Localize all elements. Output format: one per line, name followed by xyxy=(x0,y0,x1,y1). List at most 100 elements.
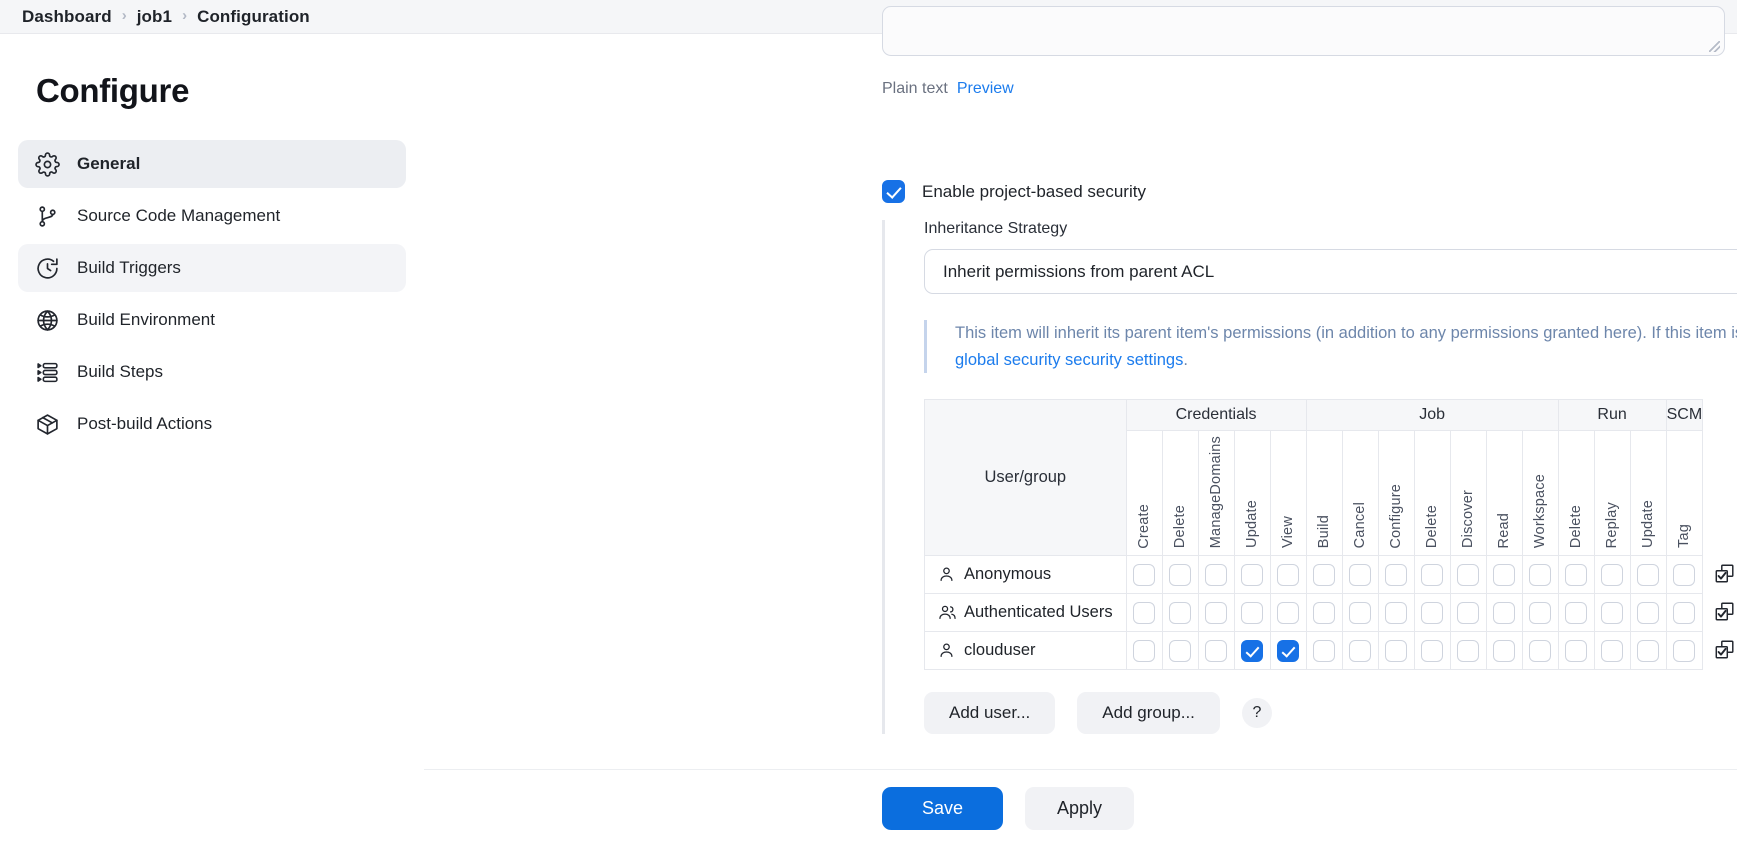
permission-checkbox[interactable] xyxy=(1133,563,1156,586)
add-group-button[interactable]: Add group... xyxy=(1077,692,1220,735)
permission-checkbox[interactable] xyxy=(1241,563,1264,586)
permission-checkbox[interactable] xyxy=(1277,563,1300,586)
permission-cell[interactable] xyxy=(1593,631,1631,671)
permission-cell[interactable] xyxy=(1341,555,1379,595)
permission-checkbox[interactable] xyxy=(1349,563,1372,586)
apply-button[interactable]: Apply xyxy=(1025,787,1135,830)
global-security-settings-link[interactable]: global security security settings xyxy=(955,351,1183,369)
save-button[interactable]: Save xyxy=(882,787,1004,830)
permission-cell[interactable] xyxy=(1377,555,1415,595)
permission-cell[interactable] xyxy=(1593,593,1631,633)
permission-cell[interactable] xyxy=(1125,593,1163,633)
breadcrumb-item-job1[interactable]: job1 xyxy=(137,7,172,27)
permission-checkbox[interactable] xyxy=(1565,601,1588,624)
enable-project-security-row[interactable]: Enable project-based security xyxy=(882,180,1146,203)
permission-cell[interactable] xyxy=(1449,593,1487,633)
enable-project-security-checkbox[interactable] xyxy=(882,180,905,203)
permission-cell[interactable] xyxy=(1305,631,1343,671)
permission-cell[interactable] xyxy=(1413,593,1451,633)
permission-cell[interactable] xyxy=(1413,555,1451,595)
permission-cell[interactable] xyxy=(1521,631,1559,671)
permission-checkbox[interactable] xyxy=(1673,601,1696,624)
permission-checkbox[interactable] xyxy=(1385,639,1408,662)
add-user-button[interactable]: Add user... xyxy=(924,692,1056,735)
permission-checkbox[interactable] xyxy=(1349,639,1372,662)
permission-checkbox[interactable] xyxy=(1241,639,1264,662)
sidebar-item-source-code-management[interactable]: Source Code Management xyxy=(18,192,406,240)
permission-cell[interactable] xyxy=(1305,593,1343,633)
check-all-icon[interactable] xyxy=(1714,601,1736,623)
permission-cell[interactable] xyxy=(1665,555,1704,595)
permission-checkbox[interactable] xyxy=(1133,601,1156,624)
description-textarea[interactable] xyxy=(882,6,1725,56)
permission-checkbox[interactable] xyxy=(1529,639,1552,662)
permission-cell[interactable] xyxy=(1557,593,1595,633)
breadcrumb-item-dashboard[interactable]: Dashboard xyxy=(22,7,112,27)
permission-cell[interactable] xyxy=(1233,631,1271,671)
permission-checkbox[interactable] xyxy=(1385,601,1408,624)
permission-cell[interactable] xyxy=(1665,593,1704,633)
check-all-icon[interactable] xyxy=(1714,563,1736,585)
sidebar-item-build-steps[interactable]: Build Steps xyxy=(18,348,406,396)
permission-checkbox[interactable] xyxy=(1601,639,1624,662)
permission-cell[interactable] xyxy=(1485,631,1523,671)
permission-cell[interactable] xyxy=(1485,555,1523,595)
permission-checkbox[interactable] xyxy=(1565,639,1588,662)
permission-checkbox[interactable] xyxy=(1169,639,1192,662)
permission-cell[interactable] xyxy=(1377,631,1415,671)
permission-checkbox[interactable] xyxy=(1565,563,1588,586)
permission-cell[interactable] xyxy=(1161,631,1199,671)
permission-checkbox[interactable] xyxy=(1349,601,1372,624)
preview-link[interactable]: Preview xyxy=(957,80,1014,98)
help-button[interactable]: ? xyxy=(1241,698,1272,729)
permission-checkbox[interactable] xyxy=(1637,601,1660,624)
sidebar-item-build-triggers[interactable]: Build Triggers xyxy=(18,244,406,292)
sidebar-item-post-build-actions[interactable]: Post-build Actions xyxy=(18,400,406,448)
permission-checkbox[interactable] xyxy=(1529,601,1552,624)
permission-checkbox[interactable] xyxy=(1457,639,1480,662)
permission-checkbox[interactable] xyxy=(1637,563,1660,586)
permission-cell[interactable] xyxy=(1233,593,1271,633)
permission-checkbox[interactable] xyxy=(1205,563,1228,586)
permission-cell[interactable] xyxy=(1665,631,1704,671)
permission-cell[interactable] xyxy=(1341,631,1379,671)
permission-cell[interactable] xyxy=(1125,555,1163,595)
permission-cell[interactable] xyxy=(1377,593,1415,633)
permission-cell[interactable] xyxy=(1197,593,1235,633)
permission-cell[interactable] xyxy=(1629,555,1667,595)
permission-checkbox[interactable] xyxy=(1277,601,1300,624)
permission-checkbox[interactable] xyxy=(1205,601,1228,624)
permission-checkbox[interactable] xyxy=(1205,639,1228,662)
permission-cell[interactable] xyxy=(1629,631,1667,671)
permission-checkbox[interactable] xyxy=(1673,639,1696,662)
permission-checkbox[interactable] xyxy=(1277,639,1300,662)
permission-checkbox[interactable] xyxy=(1601,601,1624,624)
permission-cell[interactable] xyxy=(1161,555,1199,595)
permission-checkbox[interactable] xyxy=(1493,563,1516,586)
permission-checkbox[interactable] xyxy=(1601,563,1624,586)
permission-checkbox[interactable] xyxy=(1169,601,1192,624)
permission-cell[interactable] xyxy=(1449,555,1487,595)
permission-checkbox[interactable] xyxy=(1421,639,1444,662)
permission-cell[interactable] xyxy=(1197,631,1235,671)
permission-cell[interactable] xyxy=(1521,555,1559,595)
permission-checkbox[interactable] xyxy=(1313,563,1336,586)
permission-cell[interactable] xyxy=(1305,555,1343,595)
permission-checkbox[interactable] xyxy=(1241,601,1264,624)
inheritance-strategy-select[interactable]: Inherit permissions from parent ACL xyxy=(924,249,1737,294)
permission-checkbox[interactable] xyxy=(1169,563,1192,586)
permission-cell[interactable] xyxy=(1485,593,1523,633)
permission-cell[interactable] xyxy=(1269,555,1307,595)
permission-checkbox[interactable] xyxy=(1313,639,1336,662)
permission-checkbox[interactable] xyxy=(1385,563,1408,586)
permission-cell[interactable] xyxy=(1233,555,1271,595)
permission-cell[interactable] xyxy=(1341,593,1379,633)
sidebar-item-build-environment[interactable]: Build Environment xyxy=(18,296,406,344)
permission-checkbox[interactable] xyxy=(1133,639,1156,662)
permission-cell[interactable] xyxy=(1629,593,1667,633)
permission-cell[interactable] xyxy=(1197,555,1235,595)
permission-checkbox[interactable] xyxy=(1421,563,1444,586)
check-all-icon[interactable] xyxy=(1714,639,1736,661)
permission-cell[interactable] xyxy=(1269,593,1307,633)
permission-cell[interactable] xyxy=(1449,631,1487,671)
